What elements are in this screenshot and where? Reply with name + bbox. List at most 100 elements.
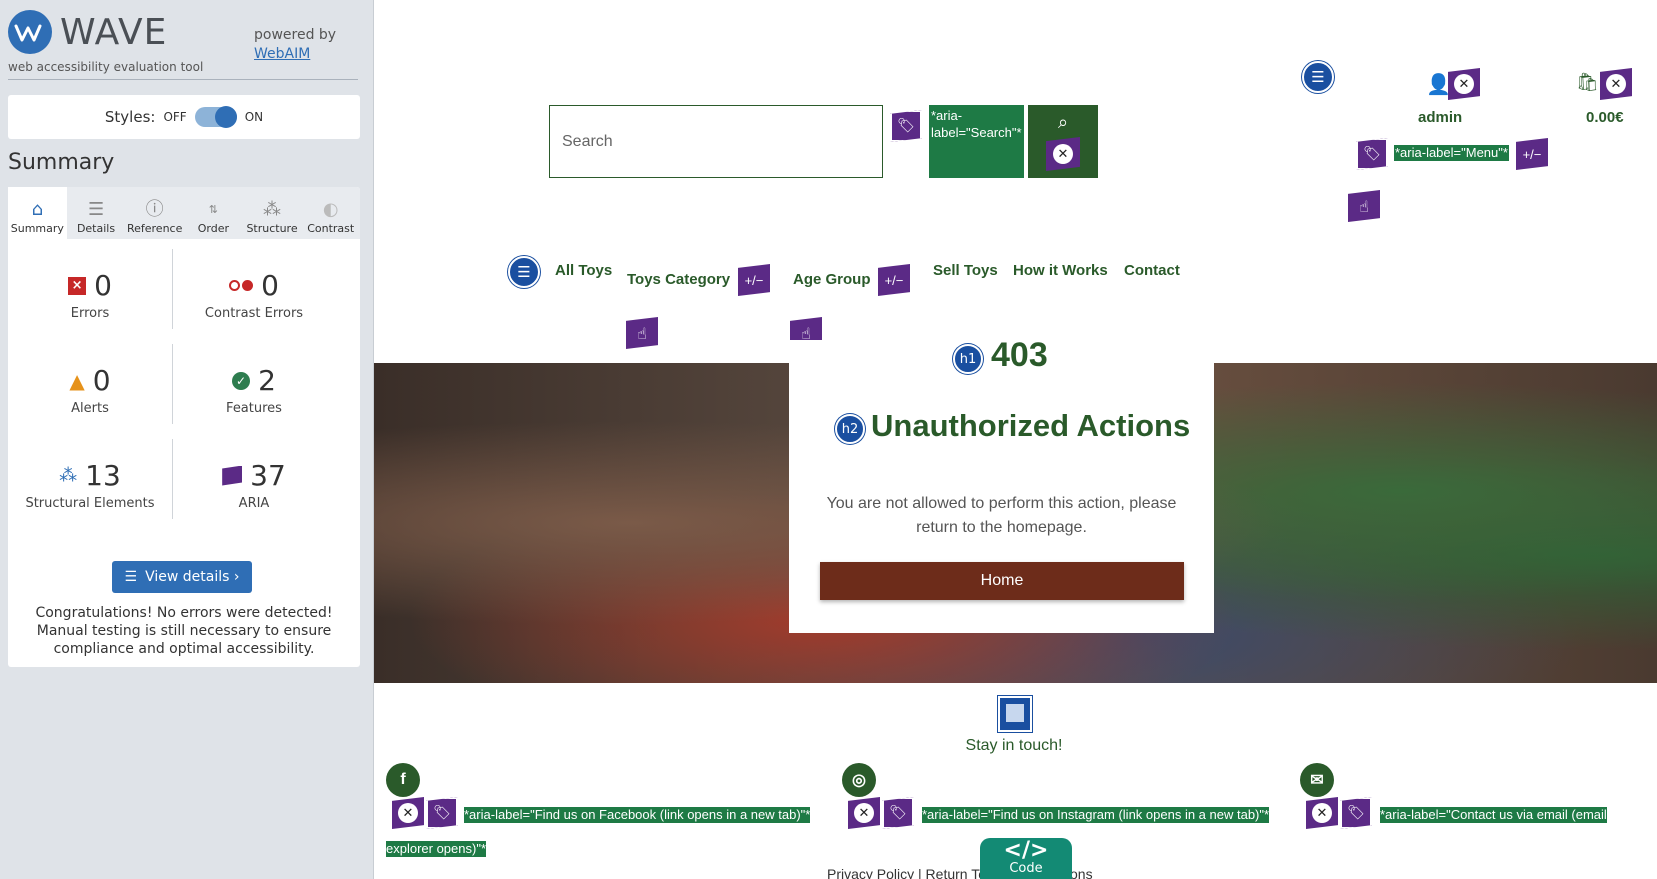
structure-icon: ⁂ <box>59 465 78 486</box>
stat-errors[interactable]: × 0 Errors <box>10 269 170 321</box>
summary-title: Summary <box>8 150 115 175</box>
feature-check-icon: ✓ <box>232 371 251 390</box>
tab-label: Details <box>76 222 116 235</box>
errors-count: 0 <box>94 269 112 302</box>
view-details-label: View details › <box>145 569 240 585</box>
expandable-badge: +/− <box>738 264 770 296</box>
nav-age-group[interactable]: Age Group <box>793 271 871 288</box>
stay-in-touch: Stay in touch! <box>965 737 1063 754</box>
wave-tabs: ⌂ Summary ☰ Details ⓘ Reference ⇅ Order … <box>8 187 360 239</box>
powered-by: powered by WebAIM <box>254 26 336 64</box>
error-x-icon: ✕ <box>1046 137 1080 171</box>
alerts-count: 0 <box>92 364 111 397</box>
contrast-errors-label: Contrast Errors <box>204 306 304 321</box>
nav-how-it-works[interactable]: How it Works <box>1013 262 1108 279</box>
aria-touch-icon: ☝ <box>626 317 658 349</box>
nav-all-toys[interactable]: All Toys <box>555 262 612 279</box>
user-icon[interactable]: 👤 <box>1426 72 1451 96</box>
info-icon: ⓘ <box>145 199 164 220</box>
contrast-errors-count: 0 <box>261 269 279 302</box>
styles-toggle[interactable] <box>194 106 237 128</box>
error-icon: × <box>68 276 87 295</box>
divider <box>172 344 173 424</box>
tab-label: Contrast <box>307 222 355 235</box>
aria-tag-icon: 🏷 <box>1356 138 1388 170</box>
structural-label: Structural Elements <box>25 496 155 511</box>
styles-toggle-box: Styles: OFF ON <box>8 95 360 139</box>
h1-badge: h1 <box>953 344 983 374</box>
search-icon: ⌕ <box>1057 112 1069 133</box>
alerts-label: Alerts <box>71 401 109 416</box>
search-input[interactable]: Search <box>549 105 883 178</box>
nav-toys-category[interactable]: Toys Category <box>627 271 730 288</box>
tab-reference[interactable]: ⓘ Reference <box>125 187 184 239</box>
aria-tag-icon: 🏷 <box>882 797 914 829</box>
page-content: Search 🏷 *aria-label="Search"* ⌕ ✕ ☰ 👤 ✕… <box>374 0 1657 879</box>
search-button[interactable]: ⌕ ✕ <box>1028 105 1098 178</box>
error-x-icon: ✕ <box>1600 68 1632 100</box>
stat-structural[interactable]: ⁂ 13 Structural Elements <box>10 459 170 511</box>
structural-count: 13 <box>85 459 121 492</box>
webaim-link[interactable]: WebAIM <box>254 46 310 62</box>
code-toggle-tab[interactable]: </> Code <box>980 838 1072 879</box>
aria-count: 37 <box>250 459 286 492</box>
divider <box>172 249 173 329</box>
stat-aria[interactable]: 37 ARIA <box>174 459 334 511</box>
tab-label: Summary <box>10 222 64 235</box>
wave-header: WAVE web accessibility evaluation tool p… <box>8 10 358 80</box>
tab-contrast[interactable]: ◐ Contrast <box>301 187 360 239</box>
view-details-button[interactable]: ☰ View details › <box>112 561 252 593</box>
cart-icon[interactable]: 🛍 <box>1576 72 1599 93</box>
congrats-message: Congratulations! No errors were detected… <box>35 605 333 657</box>
aria-label: ARIA <box>238 496 270 511</box>
features-label: Features <box>226 401 282 416</box>
cart-total[interactable]: 0.00€ <box>1586 109 1624 126</box>
divider <box>172 439 173 519</box>
styles-label: Styles: <box>104 108 156 126</box>
styles-on-label: ON <box>244 110 264 124</box>
tab-details[interactable]: ☰ Details <box>67 187 126 239</box>
tab-structure[interactable]: ⁂ Structure <box>243 187 302 239</box>
expandable-badge: +/− <box>1516 138 1548 170</box>
heading-unauthorized: Unauthorized Actions <box>871 408 1191 443</box>
facebook-icon[interactable]: f <box>386 763 420 797</box>
features-count: 2 <box>258 364 276 397</box>
menu-aria-label: *aria-label="Menu"* <box>1394 145 1509 161</box>
heading-403: 403 <box>991 336 1048 374</box>
instagram-icon[interactable]: ◎ <box>842 763 876 797</box>
aria-icon <box>222 465 243 486</box>
admin-link[interactable]: admin <box>1418 109 1462 126</box>
tab-label: Order <box>197 222 229 235</box>
tab-order[interactable]: ⇅ Order <box>184 187 243 239</box>
errors-label: Errors <box>70 306 110 321</box>
footer-landmark-icon <box>998 696 1032 732</box>
home-icon: ⌂ <box>31 199 44 220</box>
stat-contrast-errors[interactable]: 0 Contrast Errors <box>174 269 334 321</box>
wave-logo-word: WAVE <box>60 12 168 53</box>
stat-features[interactable]: ✓ 2 Features <box>174 364 334 416</box>
wave-logo-icon <box>8 10 52 54</box>
error-x-icon: ✕ <box>1448 68 1480 100</box>
instagram-aria-label: *aria-label="Find us on Instagram (link … <box>922 807 1270 823</box>
email-icon[interactable]: ✉ <box>1300 763 1334 797</box>
code-tab-label: Code <box>1009 861 1043 876</box>
aria-tag-icon: 🏷 <box>1340 797 1372 829</box>
aria-tag-icon: 🏷 <box>890 110 922 142</box>
nav-contact[interactable]: Contact <box>1124 262 1180 279</box>
error-x-icon: ✕ <box>848 797 880 829</box>
list-icon: ☰ <box>87 199 105 220</box>
stats-grid: × 0 Errors 0 Contrast Errors ▲ 0 Alerts ✓ 2… <box>8 239 360 549</box>
expandable-badge: +/− <box>878 264 910 296</box>
home-button[interactable]: Home <box>820 562 1184 600</box>
contrast-error-icon <box>229 280 254 291</box>
list-icon: ☰ <box>508 256 540 288</box>
stat-alerts[interactable]: ▲ 0 Alerts <box>10 364 170 416</box>
tab-summary[interactable]: ⌂ Summary <box>8 187 67 239</box>
aria-tag-icon: 🏷 <box>426 797 458 829</box>
nav-sell-toys[interactable]: Sell Toys <box>933 262 998 279</box>
email-aria-label: *aria-label="Contact us via email (email <box>1380 807 1607 823</box>
summary-panel: ⌂ Summary ☰ Details ⓘ Reference ⇅ Order … <box>8 187 360 667</box>
error-message: You are not allowed to perform this acti… <box>826 495 1177 536</box>
order-icon: ⇅ <box>208 203 218 216</box>
error-x-icon: ✕ <box>392 797 424 829</box>
